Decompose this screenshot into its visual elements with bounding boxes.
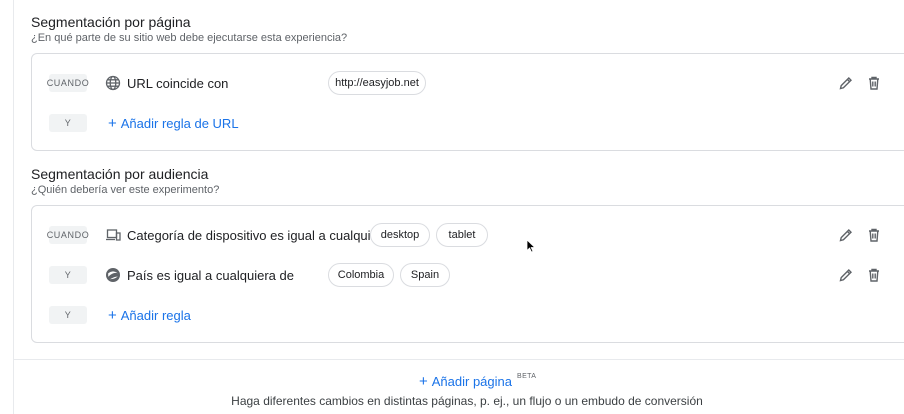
plus-icon: + — [108, 114, 117, 132]
rule-description: URL coincide con — [127, 75, 229, 91]
condition-label: Y — [49, 114, 87, 132]
rule-description: País es igual a cualquiera de — [127, 267, 294, 283]
value-chip[interactable]: desktop — [370, 223, 430, 247]
audience-targeting-title: Segmentación por audiencia — [31, 166, 209, 182]
page-targeting-subtitle: ¿En qué parte de su sitio web debe ejecu… — [31, 32, 348, 44]
add-url-rule-button[interactable]: + Añadir regla de URL — [108, 116, 239, 131]
page-targeting-title: Segmentación por página — [31, 14, 191, 30]
audience-targeting-card: CUANDO Categoría de dispositivo es igual… — [31, 205, 904, 343]
left-divider-line — [13, 0, 14, 414]
add-rule-button[interactable]: + Añadir regla — [108, 308, 191, 323]
audience-rule-row: CUANDO Categoría de dispositivo es igual… — [32, 219, 904, 251]
devices-icon — [105, 227, 121, 243]
add-audience-rule-row: Y + Añadir regla — [32, 299, 904, 331]
page-targeting-card: CUANDO URL coincide con http://easyjob.n… — [31, 53, 904, 151]
edit-icon[interactable] — [837, 74, 855, 92]
value-chip[interactable]: tablet — [436, 223, 488, 247]
add-url-rule-row: Y + Añadir regla de URL — [32, 107, 904, 139]
condition-label: Y — [49, 306, 87, 324]
rule-description: Categoría de dispositivo es igual a cual… — [127, 227, 408, 243]
edit-icon[interactable] — [837, 266, 855, 284]
add-url-rule-label: Añadir regla de URL — [120, 115, 239, 131]
mouse-cursor-icon — [526, 239, 536, 258]
condition-label: CUANDO — [47, 74, 89, 92]
value-chip[interactable]: http://easyjob.net — [328, 71, 426, 95]
globe-icon — [105, 75, 121, 91]
add-page-description: Haga diferentes cambios en distintas pág… — [231, 394, 703, 408]
value-chip[interactable]: Spain — [400, 263, 450, 287]
delete-icon[interactable] — [865, 74, 883, 92]
explore-icon — [105, 267, 121, 283]
add-page-label: Añadir página — [431, 374, 512, 389]
delete-icon[interactable] — [865, 226, 883, 244]
value-chip[interactable]: Colombia — [328, 263, 394, 287]
condition-label: Y — [49, 266, 87, 284]
plus-icon: + — [108, 306, 117, 324]
section-divider — [13, 359, 904, 360]
condition-label: CUANDO — [47, 226, 89, 244]
plus-icon: + — [419, 373, 428, 390]
delete-icon[interactable] — [865, 266, 883, 284]
beta-badge: BETA — [517, 373, 537, 380]
add-page-button[interactable]: + Añadir página BETA — [419, 373, 537, 390]
add-rule-label: Añadir regla — [120, 307, 191, 323]
edit-icon[interactable] — [837, 226, 855, 244]
audience-rule-row: Y País es igual a cualquiera de Colombia… — [32, 259, 904, 291]
page-rule-row: CUANDO URL coincide con http://easyjob.n… — [32, 67, 904, 99]
audience-targeting-subtitle: ¿Quién debería ver este experimento? — [31, 184, 220, 196]
